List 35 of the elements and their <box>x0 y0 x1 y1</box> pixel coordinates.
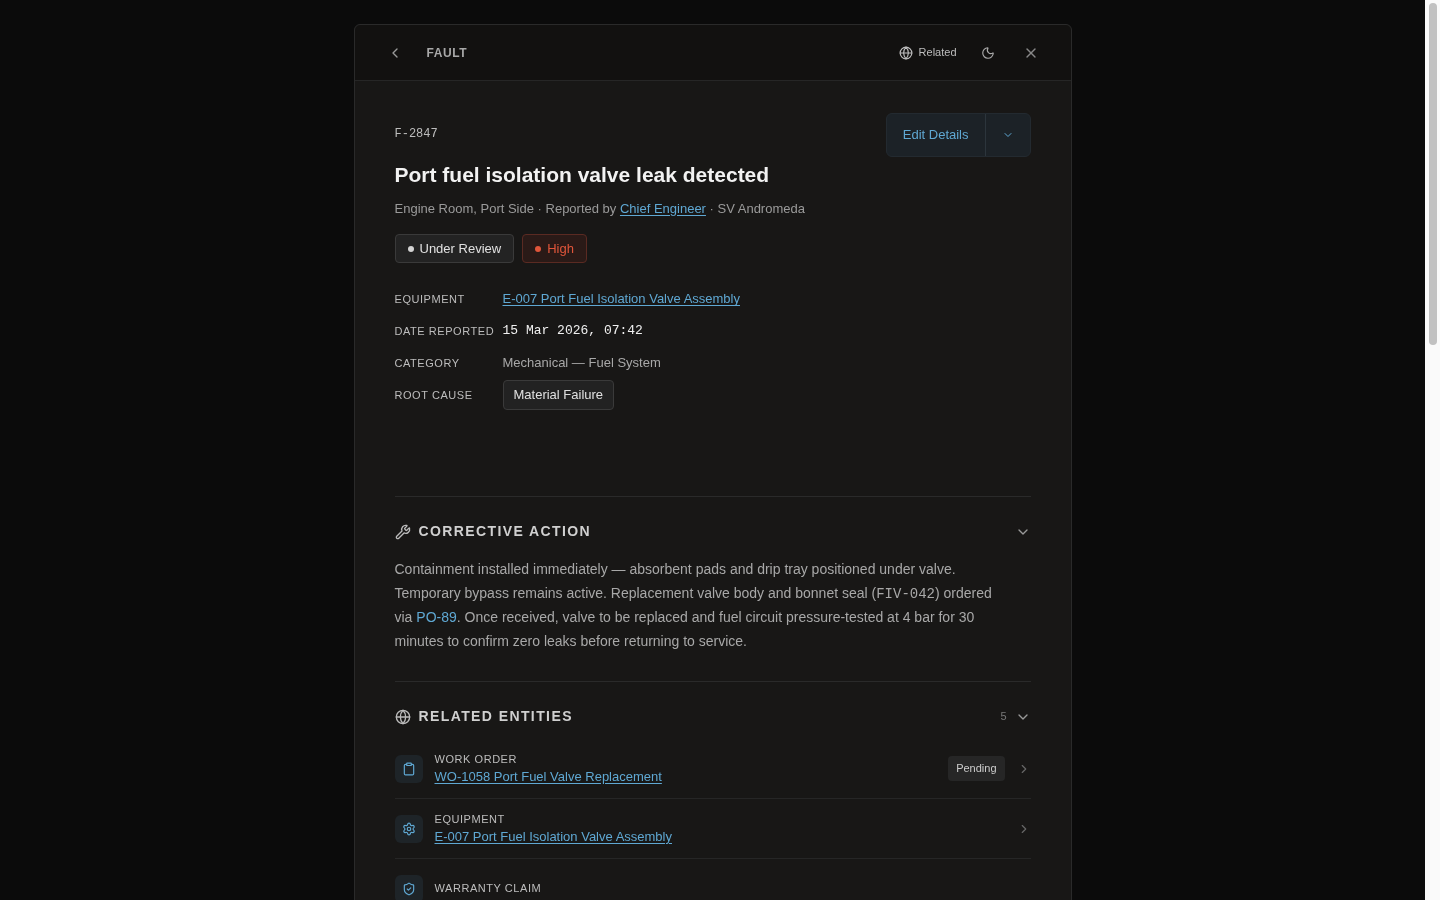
entity-type: WORK ORDER <box>434 751 518 767</box>
entity-type: WARRANTY CLAIM <box>434 881 542 897</box>
wrench-icon <box>394 523 411 540</box>
panel-title: FAULT <box>426 44 468 62</box>
corrective-action-text: Containment installed immediately — absorbent pads and drip tray positioned under valve. Temporary bypass remains active. Replacement valve body and bonnet seal (FIV-042) ordered via PO-89. Once received, valve to be replaced and fuel circuit pressure-tested at 4 bar for 30 minutes to confirm zero leaks before returning to service. <box>394 560 993 651</box>
globe-icon <box>898 45 913 60</box>
fault-title: Port fuel isolation valve leak detected <box>394 162 770 188</box>
equipment-link[interactable]: E-007 Port Fuel Isolation Valve Assembly <box>502 289 740 309</box>
status-tag: Pending <box>948 756 1005 781</box>
entity-link[interactable]: WO-1058 Port Fuel Valve Replacement <box>434 767 662 787</box>
field-label: ROOT CAUSE <box>394 387 474 403</box>
root-cause-tag: Material Failure <box>502 380 615 410</box>
entity-link[interactable]: E-007 Port Fuel Isolation Valve Assembly <box>434 827 672 847</box>
related-button[interactable]: Related <box>898 44 957 61</box>
globe-icon <box>394 708 411 725</box>
gear-icon <box>401 821 416 836</box>
related-count: 5 <box>1000 709 1007 725</box>
po-link[interactable]: PO-89 <box>416 609 457 625</box>
date-value: 15 Mar 2026, 07:42 <box>502 322 643 341</box>
reporter-link[interactable]: Chief Engineer <box>619 200 706 216</box>
status-badge: Under Review <box>394 234 515 263</box>
field-label: CATEGORY <box>394 355 461 371</box>
field-label: DATE REPORTED <box>394 323 496 339</box>
fault-meta: Engine Room, Port Side · Reported by Chief Engineer · SV Andromeda <box>394 199 806 218</box>
entity-type: EQUIPMENT <box>434 811 506 827</box>
clipboard-icon <box>401 761 416 776</box>
theme-toggle[interactable] <box>980 45 995 60</box>
section-title: CORRECTIVE ACTION <box>418 522 592 541</box>
moon-icon <box>980 45 995 60</box>
shield-icon <box>401 881 416 896</box>
fault-id: F-2847 <box>394 126 439 143</box>
field-label: EQUIPMENT <box>394 291 466 307</box>
section-title: RELATED ENTITIES <box>418 707 573 726</box>
field-value: Mechanical — Fuel System <box>502 354 661 373</box>
priority-badge: High <box>522 234 587 263</box>
